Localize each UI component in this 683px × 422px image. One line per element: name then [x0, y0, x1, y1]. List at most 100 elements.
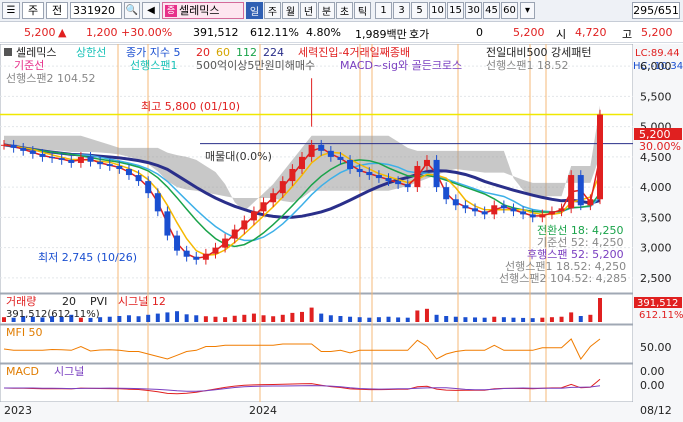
volume-bar-24: [232, 315, 237, 322]
legend-ma112: 112: [236, 46, 257, 59]
period-buttons: 일주월년분초틱: [246, 2, 371, 19]
search-icon[interactable]: 🔍: [124, 2, 140, 19]
volume-bar-35: [338, 316, 343, 322]
high-label: 고: [622, 28, 633, 41]
price-axis-label-1: 5,500: [640, 90, 672, 103]
period-button-1[interactable]: 주: [264, 2, 281, 19]
interval-spin-icon[interactable]: ▾: [520, 2, 535, 19]
open-label: 시: [556, 28, 567, 41]
price-chart-svg[interactable]: 셀레믹스 상한선 종가 지수 5 20 60 112 224 세력진입-4거래일…: [0, 43, 683, 422]
volume-bar-14: [136, 316, 141, 322]
legend-span1: 선행스팬1: [130, 59, 177, 72]
code-value: 331920: [73, 4, 115, 17]
volume-bar-12: [117, 316, 122, 322]
interval-buttons: 1 3 5 10 15 30 45 60: [375, 2, 518, 19]
period-button-6[interactable]: 틱: [354, 2, 371, 19]
base-annotation: 매물대(0.0%): [205, 150, 272, 163]
legend-buy-signal: 500억이상5만원미해매수: [196, 58, 315, 72]
code-input[interactable]: 331920: [70, 2, 122, 19]
candle-body-13: [125, 169, 132, 176]
sound-icon[interactable]: ◀: [142, 2, 160, 19]
price-axis-label-0: 6,000: [640, 60, 672, 73]
volume-bar-23: [223, 317, 228, 322]
volume-bar-28: [271, 316, 276, 322]
stock-name-field[interactable]: 증 셀레믹스: [162, 2, 244, 19]
candle-body-5: [49, 156, 56, 159]
volume-bar-40: [386, 316, 391, 322]
x-label-2024: 2024: [249, 404, 277, 417]
volume-bar-60: [578, 316, 583, 322]
type-select[interactable]: 전: [46, 2, 68, 19]
candle-body-30: [289, 169, 296, 182]
interval-button-3[interactable]: 3: [393, 2, 410, 19]
candle-body-56: [539, 214, 546, 218]
interval-button-5[interactable]: 5: [411, 2, 428, 19]
legend-strong-pattern: 전일대비500 강세패턴: [486, 45, 591, 59]
legend-ma224: 224: [263, 46, 284, 59]
volume-bar-45: [434, 314, 439, 322]
macd-title: MACD: [6, 365, 39, 378]
volume-bar-43: [415, 310, 420, 322]
candle-body-45: [433, 159, 440, 188]
candle-body-32: [308, 144, 315, 157]
mfi-panel-frame: [0, 324, 634, 364]
candle-body-48: [462, 205, 469, 209]
volume-pvi: PVI: [90, 295, 107, 308]
legend-base-line: 기준선: [14, 59, 44, 72]
x-axis: 2023 2024 08/12: [0, 402, 683, 422]
candle-body-46: [443, 187, 450, 200]
interval-button-30[interactable]: 30: [465, 2, 482, 19]
volume-bar-17: [165, 312, 170, 322]
volume-bar-44: [424, 308, 429, 322]
trade-amount: 1,989백만: [355, 28, 407, 41]
candle-body-55: [529, 214, 536, 218]
volume-bar-53: [511, 317, 516, 322]
volume-bar-41: [396, 317, 401, 322]
price-axis-label-5: 3,500: [640, 211, 672, 224]
page-counter[interactable]: 295/651: [632, 2, 680, 19]
candle-body-17: [164, 211, 171, 236]
interval-button-45[interactable]: 45: [483, 2, 500, 19]
candle-body-37: [356, 169, 363, 173]
volume-bar-47: [453, 316, 458, 322]
period-button-3[interactable]: 년: [300, 2, 317, 19]
volume-bar-42: [405, 317, 410, 322]
period-button-0[interactable]: 일: [246, 2, 263, 19]
candle-body-3: [29, 150, 36, 154]
mfi-title: MFI 50: [6, 326, 43, 339]
right-label-span2: 선행스팬2 104.52: 4,285: [499, 272, 627, 285]
interval-button-60[interactable]: 60: [501, 2, 518, 19]
volume-bar-25: [242, 314, 247, 322]
volume-bar-26: [251, 313, 256, 322]
legend-ma20: 20: [196, 46, 210, 59]
x-axis-bg: [0, 402, 683, 422]
market-select[interactable]: 주: [22, 2, 44, 19]
legend-span2-value: 선행스팬2 104.52: [6, 72, 95, 85]
volume-bar-46: [444, 316, 449, 322]
up-arrow-icon: ▲: [58, 26, 67, 39]
candle-body-43: [414, 165, 421, 188]
candle-body-54: [520, 211, 527, 215]
volume-bar-19: [184, 314, 189, 322]
volume-bar-13: [126, 315, 131, 322]
period-button-5[interactable]: 초: [336, 2, 353, 19]
volume-bar-27: [261, 315, 266, 322]
volume-bar-48: [463, 317, 468, 322]
type-select-label: 전: [51, 4, 63, 17]
interval-button-15[interactable]: 15: [447, 2, 464, 19]
turnover-ratio: 4.80%: [306, 26, 341, 39]
period-button-2[interactable]: 월: [282, 2, 299, 19]
market-select-label: 주: [27, 4, 39, 17]
candle-body-15: [145, 181, 152, 194]
period-button-4[interactable]: 분: [318, 2, 335, 19]
chart-area[interactable]: 셀레믹스 상한선 종가 지수 5 20 60 112 224 세력진입-4거래일…: [0, 43, 683, 422]
menu-icon[interactable]: ☰: [2, 2, 20, 19]
candle-body-59: [568, 175, 575, 209]
candle-body-16: [154, 193, 161, 212]
interval-button-1[interactable]: 1: [375, 2, 392, 19]
interval-button-10[interactable]: 10: [429, 2, 446, 19]
candle-body-58: [558, 208, 565, 212]
candle-body-52: [500, 205, 507, 209]
page-value: 295/651: [633, 4, 679, 17]
volume-bar-30: [290, 312, 295, 322]
